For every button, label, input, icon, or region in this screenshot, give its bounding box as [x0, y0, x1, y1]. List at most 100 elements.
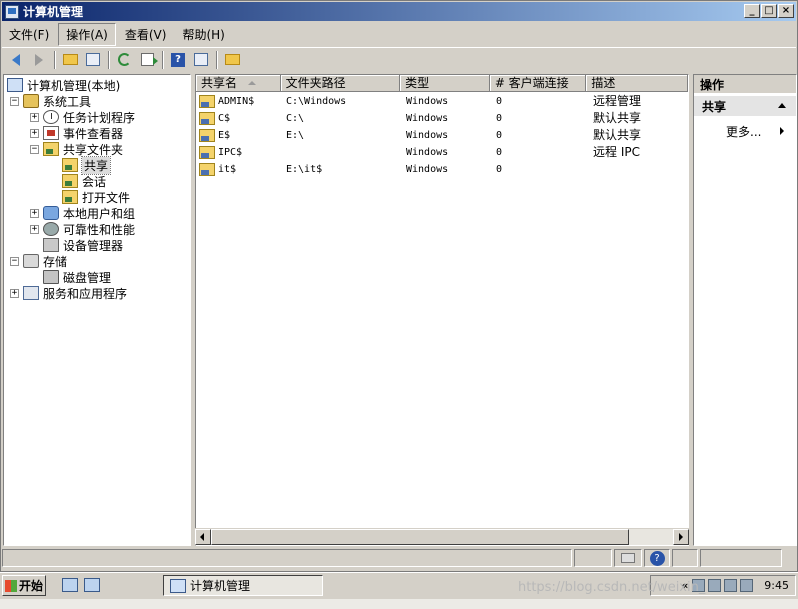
table-row[interactable]: E$ E:\ Windows 0 默认共享 [196, 127, 688, 144]
expand-toggle[interactable]: + [30, 208, 39, 218]
menu-file[interactable]: 文件(F) [2, 24, 56, 45]
keyboard-icon [621, 553, 635, 563]
expand-toggle[interactable]: + [30, 224, 39, 234]
tree-item-open-files[interactable]: 打开文件 [62, 189, 130, 205]
tree-item-shared-folders[interactable]: − 共享文件夹 [30, 141, 123, 157]
show-hide-action-pane-button[interactable] [190, 50, 212, 70]
watermark: https://blog.csdn.net/weixin_ [518, 580, 706, 595]
taskbar-item-computer-management[interactable]: 计算机管理 [163, 575, 323, 596]
section-label: 共享 [702, 100, 727, 114]
monitor-icon[interactable] [724, 579, 738, 592]
forward-arrow-icon [35, 53, 43, 66]
toolbar-separator [216, 50, 218, 69]
status-bar: ? [2, 548, 796, 568]
table-row[interactable]: it$ E:\it$ Windows 0 [196, 161, 688, 178]
tree-item-event-viewer[interactable]: + 事件查看器 [30, 125, 123, 141]
expand-toggle[interactable]: + [30, 112, 39, 122]
bottom-strip [0, 599, 798, 609]
clock-icon [43, 110, 59, 124]
client-count: 0 [496, 164, 503, 175]
actions-pane: 操作 共享 更多... [693, 74, 797, 546]
table-row[interactable]: C$ C:\ Windows 0 默认共享 [196, 110, 688, 127]
close-button[interactable]: × [778, 4, 794, 18]
expand-toggle[interactable]: + [30, 128, 39, 138]
scroll-right-button[interactable] [673, 529, 689, 545]
tree-item-storage[interactable]: − 存储 [10, 253, 67, 269]
menu-help[interactable]: 帮助(H) [175, 24, 231, 45]
collapse-toggle[interactable]: − [30, 144, 39, 154]
share-type: Windows [406, 130, 449, 141]
tree-label: 会话 [82, 174, 107, 189]
back-button[interactable] [5, 50, 27, 70]
minimize-button[interactable]: _ [744, 4, 760, 18]
show-hide-tree-button[interactable] [82, 50, 104, 70]
tree-item-reliability[interactable]: + 可靠性和性能 [30, 221, 135, 237]
open-file-icon [62, 190, 78, 204]
column-type[interactable]: 类型 [400, 75, 490, 92]
tree-item-task-scheduler[interactable]: + 任务计划程序 [30, 109, 135, 125]
tree-item-device-manager[interactable]: 设备管理器 [43, 237, 123, 253]
tree-item-system-tools[interactable]: − 系统工具 [10, 93, 91, 109]
column-description[interactable]: 描述 [586, 75, 688, 92]
menu-bar: 文件(F) 操作(A) 查看(V) 帮助(H) [2, 22, 796, 46]
column-folder-path[interactable]: 文件夹路径 [280, 75, 401, 92]
tree-item-local-users[interactable]: + 本地用户和组 [30, 205, 135, 221]
collapse-toggle[interactable]: − [10, 96, 19, 106]
show-desktop-icon[interactable] [84, 578, 100, 592]
tree-item-shares[interactable]: 共享 [62, 155, 112, 175]
start-button[interactable]: 开始 [2, 575, 46, 596]
tree-label: 打开文件 [82, 190, 131, 205]
help-circle-icon[interactable]: ? [649, 550, 665, 566]
toolbar: ? [2, 47, 796, 71]
title-bar[interactable]: 计算机管理 _ □ × [2, 2, 796, 21]
collapse-up-icon[interactable] [778, 103, 786, 108]
console-tree-icon [86, 53, 100, 66]
export-icon [140, 53, 158, 66]
menu-view[interactable]: 查看(V) [118, 24, 174, 45]
horizontal-scrollbar[interactable] [195, 528, 689, 545]
scroll-thumb[interactable] [211, 529, 629, 545]
computer-management-icon [5, 4, 19, 19]
vmware-icon[interactable] [708, 579, 722, 592]
volume-icon[interactable] [740, 579, 754, 592]
table-row[interactable]: IPC$ Windows 0 远程 IPC [196, 144, 688, 161]
tree-item-root[interactable]: 计算机管理(本地) [7, 77, 120, 93]
help-button[interactable]: ? [167, 50, 189, 70]
share-name: C$ [218, 113, 231, 124]
tools-icon [23, 94, 39, 108]
clock[interactable]: 9:45 [764, 579, 789, 592]
tree-label: 磁盘管理 [63, 270, 112, 285]
up-level-button[interactable] [59, 50, 81, 70]
share-type: Windows [406, 113, 449, 124]
export-list-button[interactable] [136, 50, 158, 70]
expand-toggle[interactable]: + [10, 288, 19, 298]
scroll-left-button[interactable] [195, 529, 211, 545]
tree-item-sessions[interactable]: 会话 [62, 173, 106, 189]
taskbar-item-label: 计算机管理 [190, 579, 251, 593]
computer-icon [7, 78, 23, 92]
shared-folder-icon [43, 142, 59, 156]
toolbar-separator [54, 50, 56, 69]
maximize-button[interactable]: □ [761, 4, 777, 18]
column-share-name[interactable]: 共享名 [196, 75, 281, 92]
client-count: 0 [496, 96, 503, 107]
more-actions-link[interactable]: 更多... [726, 123, 761, 140]
new-share-button[interactable] [221, 50, 243, 70]
folder-path: E:\ [286, 130, 305, 141]
tree-label: 计算机管理(本地) [27, 78, 121, 93]
status-panel [574, 549, 612, 567]
tree-item-disk-management[interactable]: 磁盘管理 [43, 269, 111, 285]
forward-button[interactable] [28, 50, 50, 70]
table-row[interactable]: ADMIN$ C:\Windows Windows 0 远程管理 [196, 93, 688, 110]
refresh-button[interactable] [113, 50, 135, 70]
list-header: 共享名 文件夹路径 类型 # 客户端连接 描述 [196, 75, 688, 92]
disk-icon [43, 270, 59, 284]
actions-section-shares[interactable]: 共享 [694, 96, 796, 116]
tree-item-services-apps[interactable]: + 服务和应用程序 [10, 285, 127, 301]
window-controls: _ □ × [744, 4, 794, 18]
collapse-toggle[interactable]: − [10, 256, 19, 266]
services-icon [23, 286, 39, 300]
column-client-connections[interactable]: # 客户端连接 [489, 75, 587, 92]
server-manager-icon[interactable] [62, 578, 78, 592]
menu-action[interactable]: 操作(A) [58, 22, 116, 46]
